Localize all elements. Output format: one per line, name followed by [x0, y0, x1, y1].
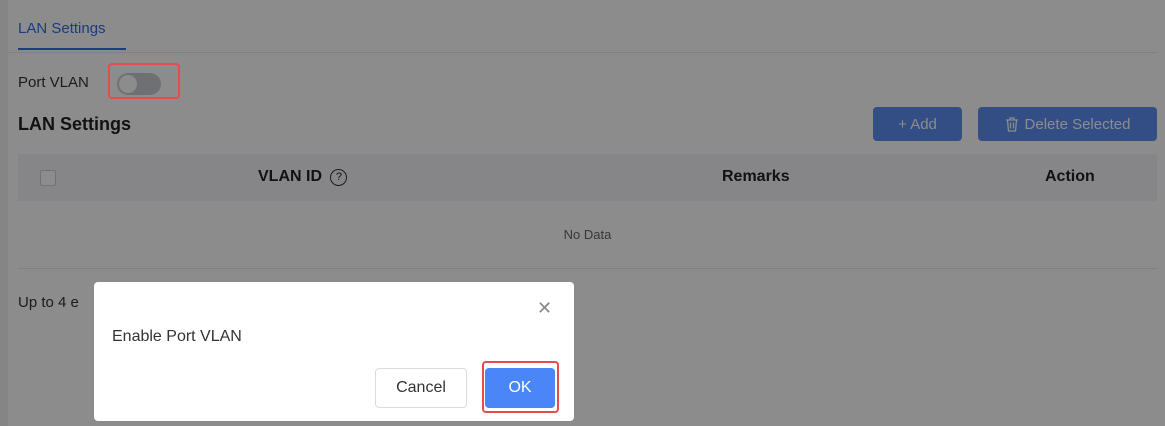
highlight-ok-button	[482, 361, 559, 413]
close-icon[interactable]: ✕	[537, 298, 552, 319]
highlight-port-vlan-toggle	[108, 63, 180, 99]
cancel-button[interactable]: Cancel	[375, 368, 467, 408]
dialog-message: Enable Port VLAN	[112, 328, 242, 345]
